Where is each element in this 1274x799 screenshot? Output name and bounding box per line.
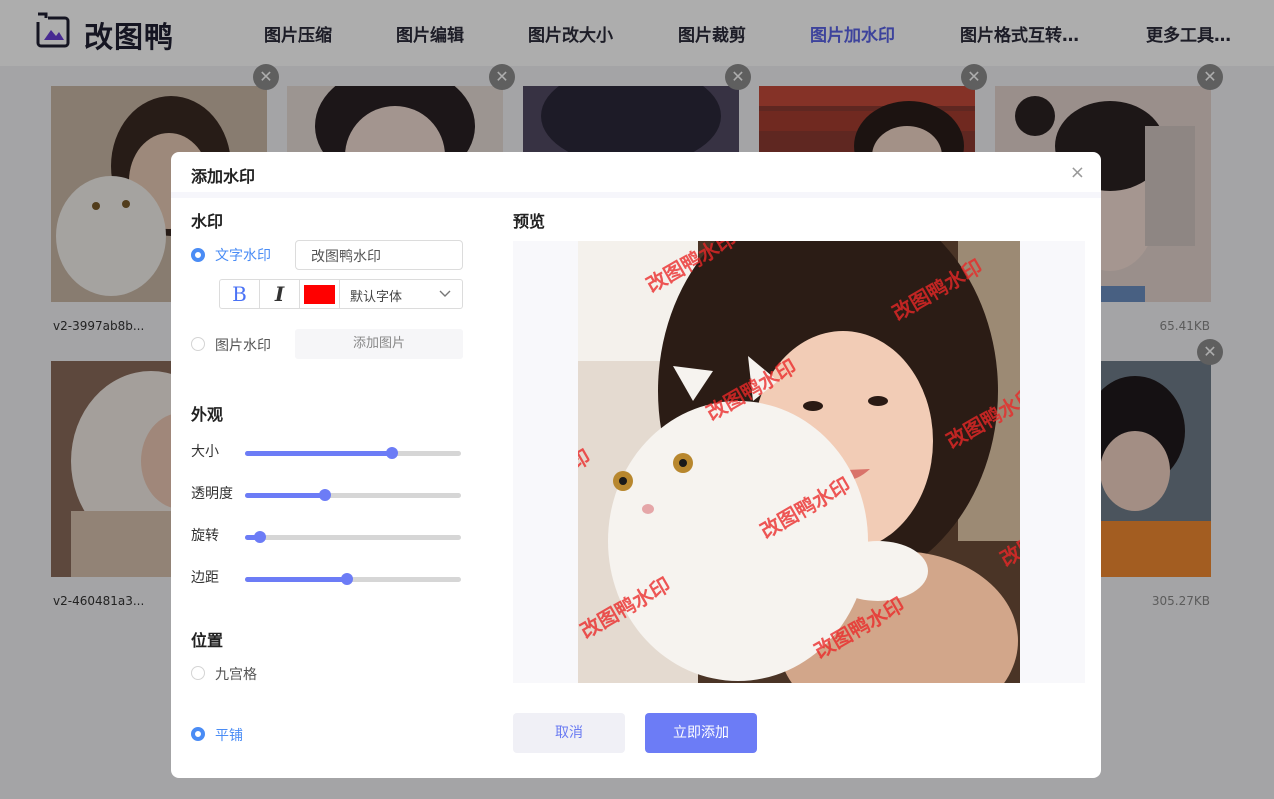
tile-position-label[interactable]: 平铺 [215,725,243,745]
slider-fill [245,577,347,582]
tile-position-radio[interactable] [191,727,205,741]
add-image-button[interactable]: 添加图片 [295,329,463,359]
opacity-slider[interactable] [245,489,461,501]
size-slider-label: 大小 [191,444,219,460]
slider-fill [245,493,325,498]
rotation-slider[interactable] [245,531,461,543]
opacity-slider-label: 透明度 [191,486,233,502]
cancel-button[interactable]: 取消 [513,713,625,753]
watermark-text-input[interactable]: 改图鸭水印 [295,240,463,270]
color-swatch[interactable] [304,285,335,304]
chevron-down-icon[interactable] [438,284,452,308]
position-section-title: 位置 [191,631,224,650]
slider-handle[interactable] [254,531,267,543]
grid-position-label[interactable]: 九宫格 [215,664,257,684]
grid-position-radio[interactable] [191,666,205,680]
text-watermark-label[interactable]: 文字水印 [215,245,271,265]
add-watermark-dialog: 添加水印 × 水印 文字水印 改图鸭水印 B I 默认字体 图片水印 添加图片 … [171,152,1101,778]
text-style-toolbar: B I 默认字体 [219,279,463,309]
text-watermark-radio[interactable] [191,248,205,262]
slider-fill [245,451,392,456]
preview-image: 改图鸭水印 改图鸭水印 改图鸭水印 改图鸭水印 改图鸭水印 改图鸭水印 改图鸭水… [578,241,1020,683]
close-icon[interactable]: × [1070,162,1085,183]
bold-button[interactable]: B [220,280,260,308]
watermark-section-title: 水印 [191,212,224,231]
font-color-picker[interactable] [300,280,340,308]
image-watermark-radio[interactable] [191,337,205,351]
dialog-divider [171,192,1101,198]
size-slider[interactable] [245,447,461,459]
apply-watermark-button[interactable]: 立即添加 [645,713,757,753]
margin-slider[interactable] [245,573,461,585]
italic-button[interactable]: I [260,280,300,308]
slider-handle[interactable] [340,573,353,585]
slider-handle[interactable] [385,447,398,459]
preview-area: 改图鸭水印 改图鸭水印 改图鸭水印 改图鸭水印 改图鸭水印 改图鸭水印 改图鸭水… [513,241,1085,683]
rotation-slider-label: 旋转 [191,528,219,544]
slider-handle[interactable] [318,489,331,501]
image-watermark-label[interactable]: 图片水印 [215,335,271,355]
font-family-select[interactable]: 默认字体 [350,286,402,305]
margin-slider-label: 边距 [191,570,219,586]
appearance-section-title: 外观 [191,405,224,424]
preview-title: 预览 [513,212,546,231]
dialog-title: 添加水印 [191,167,256,186]
